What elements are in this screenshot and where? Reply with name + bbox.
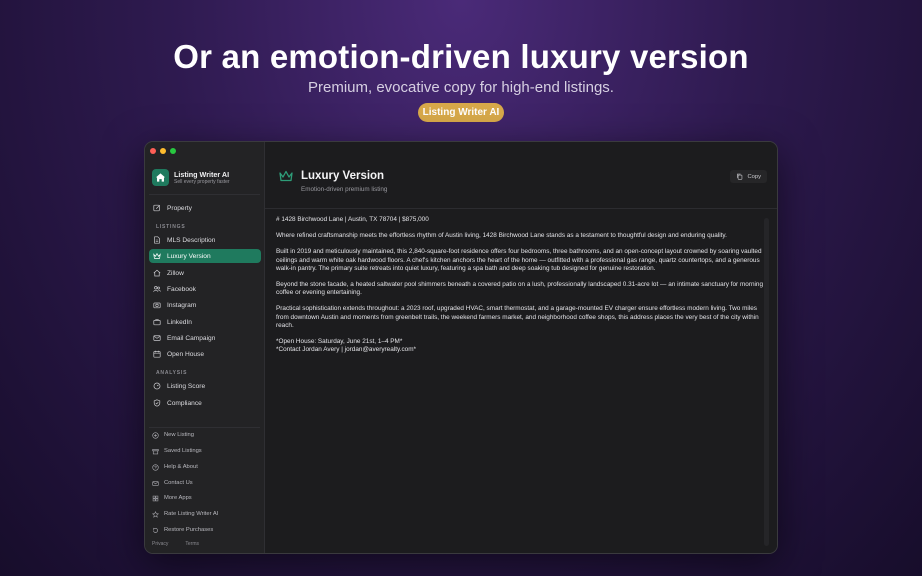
calendar-icon xyxy=(153,350,161,358)
people-icon xyxy=(153,286,161,292)
sidebar-item-linkedin[interactable]: LinkedIn xyxy=(149,315,261,329)
sidebar-item-label: Compliance xyxy=(167,399,202,407)
app-tagline: Sell every property faster xyxy=(174,178,230,185)
copy-button-label: Copy xyxy=(747,173,761,180)
listing-text[interactable]: # 1428 Birchwood Lane | Austin, TX 78704… xyxy=(276,216,766,546)
hero-subtitle: Premium, evocative copy for high-end lis… xyxy=(308,79,614,96)
camera-icon xyxy=(153,302,161,309)
envelope-icon xyxy=(152,480,159,486)
terms-link[interactable]: Terms xyxy=(185,541,199,547)
sidebar-item-label: Zillow xyxy=(167,269,184,277)
footer-item-new-listing[interactable]: New Listing xyxy=(149,429,261,441)
page-subtitle: Emotion-driven premium listing xyxy=(301,186,388,193)
house-icon xyxy=(153,269,161,277)
minimize-window-button[interactable] xyxy=(160,148,166,154)
sidebar-item-label: Luxury Version xyxy=(167,252,211,260)
sidebar-item-property[interactable]: Property xyxy=(149,201,261,215)
copy-icon xyxy=(737,173,743,180)
contact-line: *Contact Jordan Avery | jordan@averyreal… xyxy=(276,346,417,354)
sidebar-item-zillow[interactable]: Zillow xyxy=(149,266,261,280)
privacy-link[interactable]: Privacy xyxy=(152,541,168,547)
divider xyxy=(149,194,260,195)
sidebar-item-label: Facebook xyxy=(167,285,196,293)
legal-links: Privacy Terms xyxy=(152,541,199,547)
sidebar-item-label: Open House xyxy=(167,350,205,358)
sidebar-item-compliance[interactable]: Compliance xyxy=(149,396,261,410)
sidebar-item-label: Property xyxy=(167,204,192,212)
footer-item-label: Rate Listing Writer AI xyxy=(164,511,219,517)
sidebar-item-listing-score[interactable]: Listing Score xyxy=(149,379,261,393)
restore-icon xyxy=(152,527,158,533)
sidebar-item-open-house[interactable]: Open House xyxy=(149,347,261,361)
footer-item-label: Restore Purchases xyxy=(164,527,214,533)
scrollbar[interactable] xyxy=(764,218,769,546)
sidebar-item-email-campaign[interactable]: Email Campaign xyxy=(149,331,261,345)
sidebar-item-label: Instagram xyxy=(167,301,197,309)
plus-circle-icon xyxy=(152,431,159,439)
sidebar-item-label: MLS Description xyxy=(167,236,216,244)
hero-badge: Listing Writer AI xyxy=(418,103,504,122)
divider xyxy=(149,427,260,428)
footer-item-more-apps[interactable]: More Apps xyxy=(149,492,261,504)
close-window-button[interactable] xyxy=(150,148,156,154)
star-icon xyxy=(152,510,159,518)
app-window: Listing Writer AI Sell every property fa… xyxy=(144,141,778,554)
sidebar-item-facebook[interactable]: Facebook xyxy=(149,282,261,296)
shield-check-icon xyxy=(153,399,161,407)
footer-item-restore-purchases[interactable]: Restore Purchases xyxy=(149,524,261,536)
window-controls xyxy=(150,148,176,154)
edit-icon xyxy=(153,204,161,212)
footer-item-label: Help & About xyxy=(164,464,198,470)
open-house-line: *Open House: Saturday, June 21st, 1–4 PM… xyxy=(276,338,403,346)
listing-paragraph: Practical sophistication extends through… xyxy=(276,305,759,329)
sidebar: Listing Writer AI Sell every property fa… xyxy=(145,142,265,553)
envelope-icon xyxy=(153,335,161,341)
document-icon xyxy=(154,236,160,244)
main-header: Luxury Version Emotion-driven premium li… xyxy=(279,170,387,193)
question-icon xyxy=(152,463,159,471)
listing-heading: # 1428 Birchwood Lane | Austin, TX 78704… xyxy=(276,216,429,223)
archive-icon xyxy=(152,448,159,454)
footer-item-saved-listings[interactable]: Saved Listings xyxy=(149,445,261,457)
sidebar-item-instagram[interactable]: Instagram xyxy=(149,298,261,312)
hero-title: Or an emotion-driven luxury version xyxy=(173,38,749,75)
divider xyxy=(265,208,777,209)
copy-button[interactable]: Copy xyxy=(730,170,767,183)
sidebar-item-label: Email Campaign xyxy=(167,334,216,342)
sidebar-item-label: LinkedIn xyxy=(167,318,192,326)
sidebar-item-mls-description[interactable]: MLS Description xyxy=(149,233,261,247)
footer-item-label: Contact Us xyxy=(164,480,193,486)
crown-icon xyxy=(279,170,293,182)
main-panel: Luxury Version Emotion-driven premium li… xyxy=(265,142,777,553)
page-title: Luxury Version xyxy=(301,170,385,182)
footer-item-help-about[interactable]: Help & About xyxy=(149,461,261,473)
house-logo-icon xyxy=(152,169,169,186)
sidebar-item-luxury-version[interactable]: Luxury Version xyxy=(149,249,261,263)
briefcase-icon xyxy=(153,319,161,326)
app-name: Listing Writer AI xyxy=(174,169,230,179)
footer-item-contact-us[interactable]: Contact Us xyxy=(149,477,261,489)
listing-paragraph: Beyond the stone facade, a heated saltwa… xyxy=(276,281,764,297)
section-label-listings: LISTINGS xyxy=(156,224,186,230)
listing-paragraph: Where refined craftsmanship meets the ef… xyxy=(276,232,727,240)
crown-icon xyxy=(153,252,161,259)
gauge-icon xyxy=(153,382,161,390)
footer-item-label: More Apps xyxy=(164,495,192,501)
grid-icon xyxy=(152,495,159,501)
footer-item-label: Saved Listings xyxy=(164,448,202,454)
zoom-window-button[interactable] xyxy=(170,148,176,154)
footer-item-rate-app[interactable]: Rate Listing Writer AI xyxy=(149,508,261,520)
footer-item-label: New Listing xyxy=(164,432,194,438)
listing-paragraph: Built in 2019 and meticulously maintaine… xyxy=(276,248,762,272)
app-header: Listing Writer AI Sell every property fa… xyxy=(152,169,230,186)
sidebar-item-label: Listing Score xyxy=(167,382,206,390)
section-label-analysis: ANALYSIS xyxy=(156,370,188,376)
